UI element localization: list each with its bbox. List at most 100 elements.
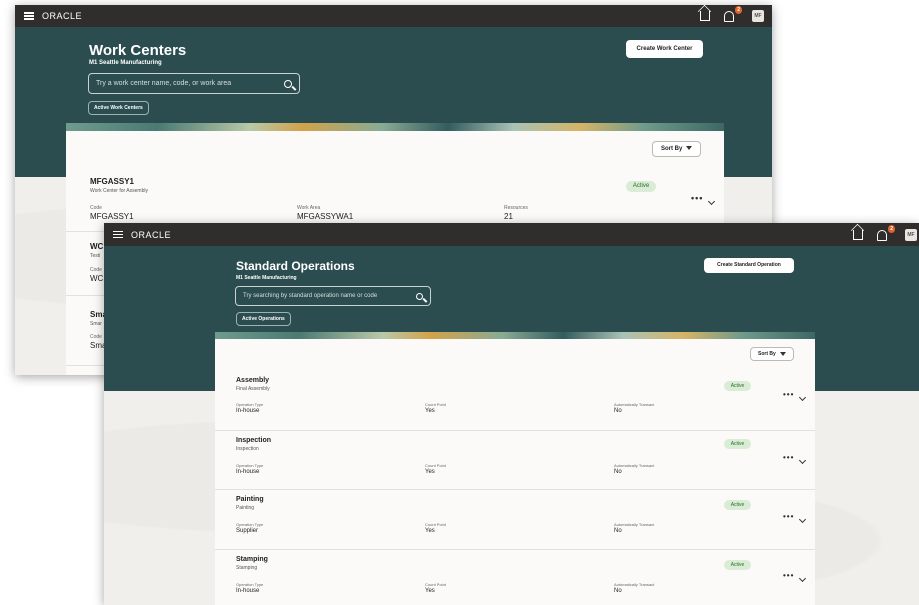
status-badge: Active [724, 381, 751, 391]
user-avatar[interactable]: MF [752, 10, 764, 22]
count-point-label: Count Point [425, 582, 446, 587]
status-badge: Active [626, 181, 656, 192]
search-icon[interactable] [416, 292, 423, 300]
status-badge: Active [724, 560, 751, 570]
auto-transact-label: Automatically Transact [614, 463, 655, 468]
count-point-label: Count Point [425, 463, 446, 468]
home-icon[interactable] [853, 230, 863, 240]
oracle-logo: ORACLE [131, 229, 172, 240]
operation-type-value: In-house [236, 469, 260, 475]
status-badge: Active [724, 500, 751, 510]
more-actions-icon[interactable]: ••• [691, 193, 703, 203]
standard-operation-list: Sort By Assembly Final Assembly Active •… [215, 339, 815, 605]
count-point-value: Yes [425, 408, 435, 414]
oracle-logo: ORACLE [42, 11, 83, 21]
notifications-icon[interactable]: 2 [724, 5, 742, 22]
operation-description: Final Assembly [236, 386, 270, 392]
chevron-down-icon [686, 146, 693, 151]
expand-chevron-icon[interactable] [707, 197, 716, 206]
operation-description: Stamping [236, 565, 258, 571]
list-item[interactable]: Stamping Stamping Active ••• Operation T… [215, 550, 815, 605]
operation-name[interactable]: Assembly [236, 377, 269, 384]
operation-type-label: Operation Type [236, 582, 264, 587]
work-center-name[interactable]: WC [90, 242, 103, 251]
operation-type-label: Operation Type [236, 402, 264, 407]
sort-by-dropdown[interactable]: Sort By [750, 347, 794, 361]
count-point-value: Yes [425, 528, 435, 534]
work-area-value: MFGASSYWA1 [297, 212, 354, 221]
code-value: WC [90, 274, 104, 283]
notifications-icon[interactable]: 2 [877, 224, 895, 241]
sort-by-label: Sort By [758, 351, 776, 357]
sort-by-dropdown[interactable]: Sort By [652, 141, 702, 157]
more-actions-icon[interactable]: ••• [783, 453, 794, 462]
global-header: ORACLE 2 MF [15, 5, 772, 27]
search-icon[interactable] [284, 79, 292, 88]
more-actions-icon[interactable]: ••• [783, 512, 794, 521]
operation-type-label: Operation Type [236, 522, 264, 527]
operation-description: Inspection [236, 446, 259, 452]
create-standard-operation-button[interactable]: Create Standard Operation [704, 258, 794, 273]
work-center-name[interactable]: MFGASSY1 [90, 177, 134, 186]
auto-transact-value: No [614, 469, 622, 475]
list-item[interactable]: Inspection Inspection Active ••• Operati… [215, 431, 815, 490]
search-input[interactable]: Try a work center name, code, or work ar… [88, 73, 300, 94]
sort-by-label: Sort By [661, 146, 683, 152]
decorative-banner [66, 123, 724, 131]
expand-chevron-icon[interactable] [798, 574, 807, 583]
list-item[interactable]: Assembly Final Assembly Active ••• Opera… [215, 370, 815, 431]
expand-chevron-icon[interactable] [798, 456, 807, 465]
expand-chevron-icon[interactable] [798, 393, 807, 402]
resources-label: Resources [504, 205, 528, 211]
auto-transact-value: No [614, 408, 622, 414]
create-work-center-button[interactable]: Create Work Center [626, 40, 703, 58]
resources-value: 21 [504, 212, 513, 221]
count-point-value: Yes [425, 469, 435, 475]
more-actions-icon[interactable]: ••• [783, 390, 794, 399]
operation-type-value: Supplier [236, 528, 259, 534]
page-title: Standard Operations [236, 259, 355, 273]
operation-type-value: In-house [236, 408, 260, 414]
filter-chip-active[interactable]: Active Work Centers [88, 101, 149, 115]
chevron-down-icon [779, 351, 786, 356]
auto-transact-label: Automatically Transact [614, 582, 655, 587]
work-center-description: Testi [90, 253, 101, 259]
decorative-banner [215, 332, 815, 339]
notification-count: 2 [888, 224, 895, 233]
auto-transact-value: No [614, 588, 622, 594]
code-label: Code [90, 334, 102, 340]
page-subtitle: M1 Seattle Manufacturing [236, 275, 297, 281]
user-avatar[interactable]: MF [905, 229, 917, 241]
count-point-value: Yes [425, 588, 435, 594]
search-placeholder: Try searching by standard operation name… [243, 293, 378, 299]
status-badge: Active [724, 439, 751, 449]
page-subtitle: M1 Seattle Manufacturing [89, 60, 162, 66]
operation-name[interactable]: Stamping [236, 556, 268, 563]
auto-transact-label: Automatically Transact [614, 402, 655, 407]
menu-icon[interactable] [24, 12, 34, 20]
search-placeholder: Try a work center name, code, or work ar… [96, 80, 232, 87]
operation-name[interactable]: Inspection [236, 437, 271, 444]
operation-type-value: In-house [236, 588, 260, 594]
work-area-label: Work Area [297, 205, 321, 211]
code-label: Code [90, 267, 102, 273]
home-icon[interactable] [700, 11, 710, 21]
operation-description: Painting [236, 505, 255, 511]
work-center-description: Work Center for Assembly [90, 188, 148, 194]
more-actions-icon[interactable]: ••• [783, 571, 794, 580]
code-label: Code [90, 205, 102, 211]
work-center-description: Smar [90, 321, 102, 327]
expand-chevron-icon[interactable] [798, 515, 807, 524]
operation-name[interactable]: Painting [236, 496, 264, 503]
search-input[interactable]: Try searching by standard operation name… [235, 286, 431, 306]
count-point-label: Count Point [425, 402, 446, 407]
auto-transact-value: No [614, 528, 622, 534]
count-point-label: Count Point [425, 522, 446, 527]
filter-chip-active[interactable]: Active Operations [236, 312, 291, 326]
operation-type-label: Operation Type [236, 463, 264, 468]
list-item[interactable]: Painting Painting Active ••• Operation T… [215, 490, 815, 550]
auto-transact-label: Automatically Transact [614, 522, 655, 527]
menu-icon[interactable] [113, 230, 123, 239]
standard-operations-window: ORACLE 2 MF Standard Operations M1 Seatt… [104, 223, 919, 605]
global-header: ORACLE 2 MF [104, 223, 919, 246]
